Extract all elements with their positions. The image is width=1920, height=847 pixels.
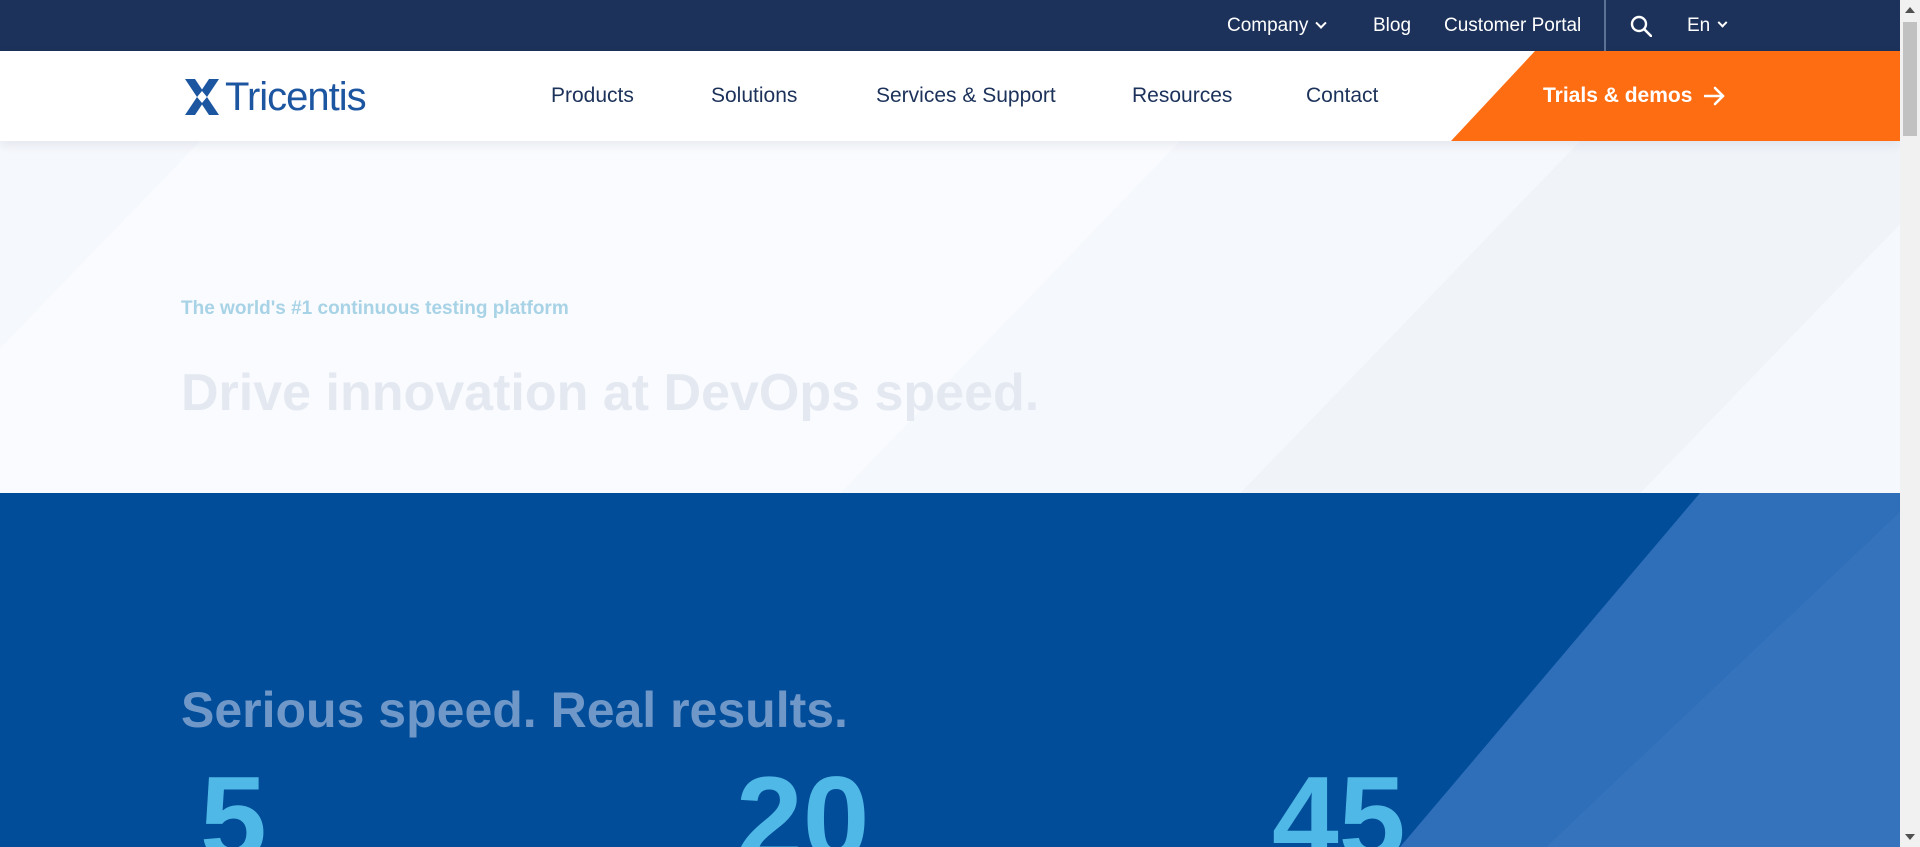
results-title: Serious speed. Real results. (181, 682, 848, 738)
blog-link[interactable]: Blog (1373, 0, 1411, 51)
main-header: Tricentis Products Solutions Services & … (0, 51, 1900, 141)
cta-label: Trials & demos (1543, 84, 1693, 107)
results-section: Serious speed. Real results. 5 20 45 (0, 493, 1900, 847)
trials-demos-button[interactable]: Trials & demos (1451, 51, 1900, 141)
language-selector[interactable]: En (1687, 0, 1728, 51)
page: Company Blog Customer Portal En Tricenti… (0, 0, 1900, 847)
nav-products-label: Products (551, 84, 634, 107)
search-icon (1630, 15, 1652, 37)
nav-contact[interactable]: Contact (1306, 51, 1378, 141)
stat-value: 5 (200, 752, 267, 847)
hero-title: Drive innovation at DevOps speed. (181, 364, 1040, 422)
tricentis-logo-icon (185, 79, 219, 115)
nav-services-support[interactable]: Services & Support (876, 51, 1056, 141)
utility-divider (1604, 0, 1606, 51)
scroll-down-arrow-icon[interactable] (1905, 834, 1915, 840)
company-label: Company (1227, 14, 1309, 36)
nav-resources-label: Resources (1132, 84, 1233, 107)
nav-solutions[interactable]: Solutions (711, 51, 797, 141)
nav-services-support-label: Services & Support (876, 84, 1056, 107)
vertical-scrollbar[interactable] (1900, 0, 1920, 847)
nav-solutions-label: Solutions (711, 84, 798, 107)
stat-value: 20 (736, 752, 870, 847)
chevron-down-icon (1315, 17, 1327, 29)
nav-resources[interactable]: Resources (1132, 51, 1232, 141)
search-button[interactable] (1630, 0, 1652, 51)
scroll-up-arrow-icon[interactable] (1905, 7, 1915, 13)
hero-background-stripe (0, 141, 1190, 493)
customer-portal-link[interactable]: Customer Portal (1444, 0, 1581, 51)
hero-background-stripe (1223, 141, 1900, 493)
nav-contact-label: Contact (1306, 84, 1379, 107)
scroll-thumb[interactable] (1903, 22, 1917, 136)
language-label: En (1687, 14, 1711, 36)
logo-link[interactable]: Tricentis (185, 74, 367, 119)
hero-section: The world's #1 continuous testing platfo… (0, 141, 1900, 493)
cta-content: Trials & demos (1543, 51, 1726, 141)
arrow-right-icon (1704, 86, 1725, 106)
customer-portal-label: Customer Portal (1444, 14, 1582, 36)
hero-eyebrow: The world's #1 continuous testing platfo… (181, 298, 569, 319)
utility-bar: Company Blog Customer Portal En (0, 0, 1900, 51)
blog-label: Blog (1373, 14, 1412, 36)
stat-value: 45 (1272, 752, 1406, 847)
company-menu[interactable]: Company (1227, 0, 1327, 51)
brand-name: Tricentis (225, 74, 367, 119)
nav-products[interactable]: Products (551, 51, 634, 141)
chevron-down-icon (1717, 17, 1728, 28)
